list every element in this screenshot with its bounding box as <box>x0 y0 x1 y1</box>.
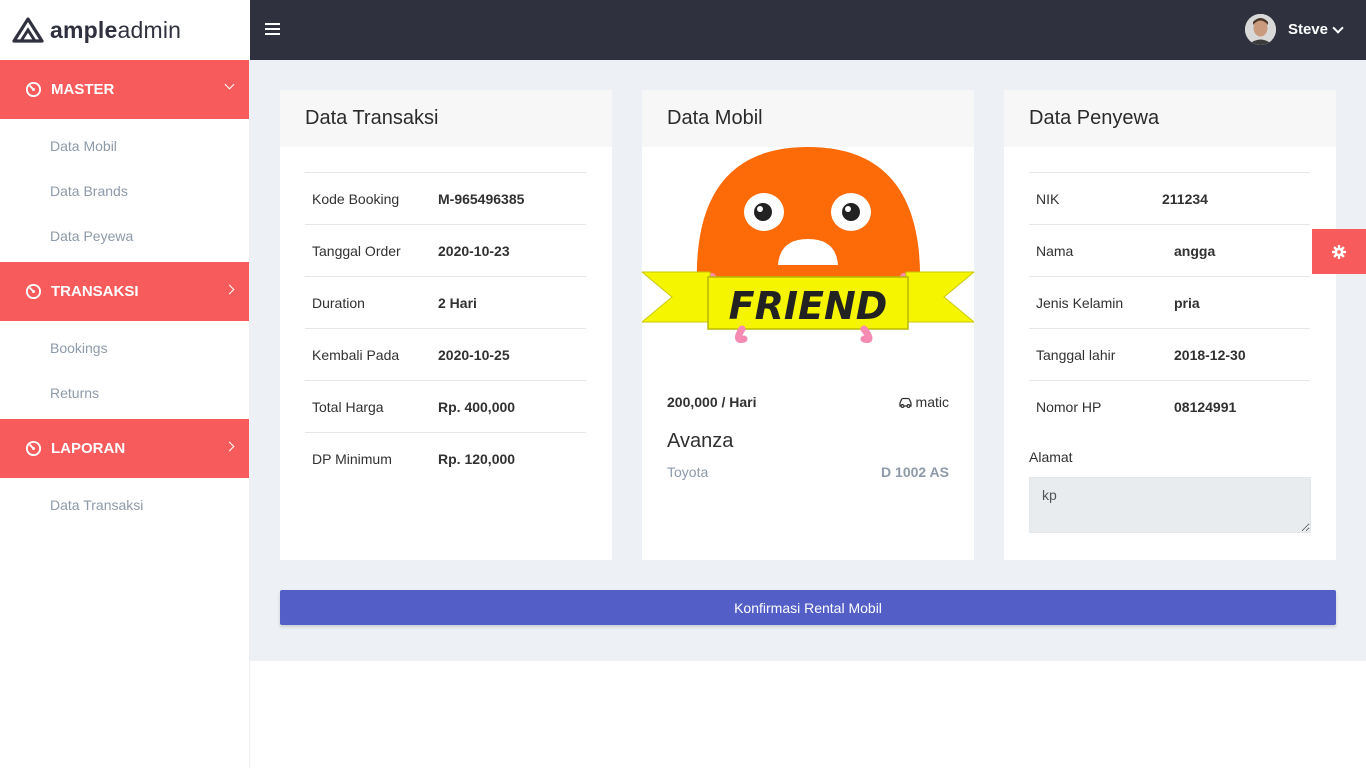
chevron-down-icon <box>1332 21 1344 34</box>
user-menu[interactable]: Steve <box>1244 14 1344 45</box>
car-brand: Toyota <box>667 464 709 480</box>
table-row: Jenis Kelamin pria <box>1029 276 1310 328</box>
row-value: 2018-12-30 <box>1174 346 1246 363</box>
row-value: M-965496385 <box>438 190 525 207</box>
row-value: Rp. 120,000 <box>438 450 516 467</box>
sidebar-section-transaksi[interactable]: TRANSAKSI <box>0 262 249 321</box>
dashboard-icon <box>25 81 42 98</box>
dashboard-icon <box>25 283 42 300</box>
settings-toggle[interactable] <box>1312 229 1366 274</box>
row-label: DP Minimum <box>312 450 392 467</box>
sidebar-section-master[interactable]: MASTER <box>0 60 249 119</box>
row-value: 2020-10-23 <box>438 242 510 259</box>
top-navbar: ampleadmin Steve <box>0 0 1366 60</box>
card-data-transaksi: Data Transaksi Kode Booking M-965496385 T… <box>280 90 612 560</box>
row-value: pria <box>1174 294 1200 311</box>
card-title: Data Transaksi <box>280 90 612 147</box>
alamat-field[interactable]: kp <box>1029 477 1311 533</box>
car-image-text: FRIEND <box>729 284 888 328</box>
car-image: FRIEND <box>642 147 974 343</box>
confirm-rental-button[interactable]: Konfirmasi Rental Mobil <box>280 590 1336 625</box>
chevron-right-icon <box>224 441 235 452</box>
table-row: DP Minimum Rp. 120,000 <box>305 432 586 484</box>
sidebar-section-label: MASTER <box>51 81 115 98</box>
row-value: 2020-10-25 <box>438 346 510 363</box>
avatar <box>1244 14 1276 45</box>
sidebar-item-data-transaksi[interactable]: Data Transaksi <box>0 482 249 527</box>
alamat-label: Alamat <box>1029 449 1073 465</box>
sidebar-item-returns[interactable]: Returns <box>0 370 249 415</box>
row-label: Kode Booking <box>312 190 400 207</box>
row-label: Kembali Pada <box>312 346 400 363</box>
row-label: Nomor HP <box>1036 398 1102 415</box>
table-row: Nomor HP 08124991 <box>1029 380 1310 432</box>
car-price: 200,000 / Hari <box>667 394 757 410</box>
table-row: Kembali Pada 2020-10-25 <box>305 328 586 380</box>
table-row: Total Harga Rp. 400,000 <box>305 380 586 432</box>
dashboard-icon <box>25 440 42 457</box>
row-value: 2 Hari <box>438 294 477 311</box>
table-row: Tanggal lahir 2018-12-30 <box>1029 328 1310 380</box>
sidebar-item-bookings[interactable]: Bookings <box>0 325 249 370</box>
row-value: 211234 <box>1162 190 1208 207</box>
card-title: Data Penyewa <box>1004 90 1336 147</box>
logo-text-light: admin <box>117 16 182 43</box>
car-plate: D 1002 AS <box>881 464 949 480</box>
row-label: Nama <box>1036 242 1074 259</box>
chevron-right-icon <box>224 284 235 295</box>
logo-text-bold: ample <box>50 16 118 43</box>
card-data-penyewa: Data Penyewa NIK 211234 Nama angga Jenis K… <box>1004 90 1336 560</box>
row-value: angga <box>1174 242 1216 259</box>
main-content: Data Transaksi Kode Booking M-965496385 T… <box>250 60 1366 661</box>
card-title: Data Mobil <box>642 90 974 147</box>
sidebar-item-data-mobil[interactable]: Data Mobil <box>0 123 249 168</box>
table-row: Kode Booking M-965496385 <box>305 172 586 224</box>
table-row: Duration 2 Hari <box>305 276 586 328</box>
logo-icon <box>12 17 44 43</box>
sidebar-section-label: TRANSAKSI <box>51 283 139 300</box>
logo[interactable]: ampleadmin <box>0 0 250 60</box>
gear-icon <box>1332 244 1346 259</box>
chevron-down-icon <box>224 79 235 90</box>
row-label: NIK <box>1036 190 1060 207</box>
sidebar-section-label: LAPORAN <box>51 440 126 457</box>
row-value: Rp. 400,000 <box>438 398 516 415</box>
row-value: 08124991 <box>1174 398 1237 415</box>
sidebar-item-data-peyewa[interactable]: Data Peyewa <box>0 213 249 258</box>
menu-toggle-icon[interactable] <box>265 23 280 36</box>
sidebar-section-laporan[interactable]: LAPORAN <box>0 419 249 478</box>
row-label: Tanggal lahir <box>1036 346 1116 363</box>
sidebar-item-data-brands[interactable]: Data Brands <box>0 168 249 213</box>
row-label: Duration <box>312 294 365 311</box>
car-icon <box>898 397 912 408</box>
sidebar: MASTER Data Mobil Data Brands Data Peyew… <box>0 60 250 768</box>
car-transmission: matic <box>915 394 949 410</box>
table-row: Tanggal Order 2020-10-23 <box>305 224 586 276</box>
row-label: Total Harga <box>312 398 384 415</box>
table-row: NIK 211234 <box>1029 172 1310 224</box>
user-name: Steve <box>1287 21 1328 38</box>
car-name: Avanza <box>667 430 734 452</box>
row-label: Tanggal Order <box>312 242 401 259</box>
table-row: Nama angga <box>1029 224 1310 276</box>
row-label: Jenis Kelamin <box>1036 294 1124 311</box>
card-data-mobil: Data Mobil FRIEND 200,000 / Hari matic A… <box>642 90 974 560</box>
